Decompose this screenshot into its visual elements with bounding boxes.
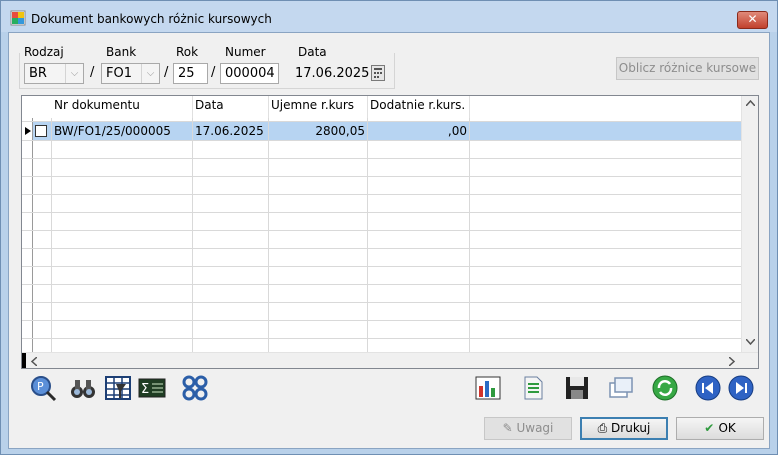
calendar-icon[interactable] [371, 65, 385, 81]
scroll-thumb[interactable] [22, 353, 26, 368]
checkmark-icon: ✔ [704, 421, 719, 435]
binoculars-icon[interactable] [69, 374, 97, 402]
cell-data: 17.06.2025 [195, 124, 264, 138]
dialog-window: Dokument bankowych różnic kursowych ✕ Ro… [0, 0, 778, 455]
grid-vline [367, 118, 368, 353]
windows-icon[interactable] [607, 374, 635, 402]
column-header[interactable]: Dodatnie r.kurs. [368, 96, 470, 118]
app-icon [10, 10, 26, 26]
grid-hline [22, 338, 741, 339]
grid-vline [268, 118, 269, 353]
current-row-icon [25, 127, 31, 135]
separator: / [211, 65, 216, 80]
grid-hline [22, 158, 741, 159]
search-document-icon[interactable]: P [29, 374, 57, 402]
data-value: 17.06.2025 [295, 66, 370, 81]
chevron-down-icon[interactable]: ⌵ [141, 64, 159, 83]
rok-field[interactable]: 25 [173, 63, 208, 84]
document-icon[interactable] [519, 374, 547, 402]
grid-hline [22, 140, 741, 141]
notes-button[interactable]: ✎ Uwagi [484, 417, 572, 440]
horizontal-scrollbar[interactable] [22, 352, 758, 368]
row-checkbox[interactable] [35, 125, 47, 137]
print-button[interactable]: ⎙ Drukuj [580, 417, 668, 440]
window-title: Dokument bankowych różnic kursowych [31, 12, 272, 26]
cell-nr: BW/FO1/25/000005 [54, 124, 171, 138]
bank-combo[interactable]: FO1 ⌵ [101, 63, 160, 84]
chevron-down-icon[interactable]: ⌵ [65, 64, 83, 83]
grid-vline [192, 118, 193, 353]
row-indicator-divider [32, 118, 33, 353]
grid-hline [22, 266, 741, 267]
grid-vline [51, 118, 52, 353]
notes-label: Uwagi [516, 421, 554, 435]
grid-hline [22, 248, 741, 249]
cell-ujemne: 2800,05 [315, 124, 365, 138]
refresh-icon[interactable] [651, 374, 679, 402]
ok-button[interactable]: ✔ OK [676, 417, 764, 440]
scroll-down-icon[interactable] [746, 339, 755, 345]
close-button[interactable]: ✕ [737, 11, 768, 29]
grid-hline [22, 284, 741, 285]
settings-gears-icon[interactable] [181, 374, 209, 402]
svg-text:Σ: Σ [141, 382, 149, 397]
grid-hline [22, 320, 741, 321]
grid-hline [22, 176, 741, 177]
numer-field[interactable]: 000004 [220, 63, 279, 84]
vertical-scrollbar[interactable] [741, 96, 758, 352]
grid-vline [469, 118, 470, 353]
printer-icon: ⎙ [597, 421, 612, 435]
column-header[interactable]: Data [193, 96, 269, 118]
grid-hline [22, 302, 741, 303]
next-icon[interactable] [727, 374, 755, 402]
ok-label: OK [718, 421, 736, 435]
edit-icon: ✎ [502, 421, 517, 435]
calculate-button[interactable]: Oblicz różnice kursowe [616, 57, 759, 80]
dialog-body: Rodzaj Bank Rok Numer Data BR ⌵ / FO1 ⌵ … [8, 32, 770, 449]
print-label: Drukuj [611, 421, 651, 435]
grid-hline [22, 230, 741, 231]
svg-text:P: P [37, 380, 44, 393]
save-icon[interactable] [563, 374, 591, 402]
previous-icon[interactable] [694, 374, 722, 402]
title-bar[interactable]: Dokument bankowych różnic kursowych ✕ [1, 1, 777, 32]
cell-dodatnie: ,00 [447, 124, 467, 138]
grid-hline [22, 194, 741, 195]
documents-grid[interactable]: Nr dokumentu Data Ujemne r.kurs Dodatnie… [21, 95, 759, 369]
grid-hline [22, 212, 741, 213]
column-header[interactable]: Ujemne r.kurs [269, 96, 368, 118]
scroll-left-icon[interactable] [31, 357, 37, 366]
rodzaj-value: BR [29, 66, 47, 81]
separator: / [90, 65, 95, 80]
scroll-right-icon[interactable] [729, 357, 735, 366]
chart-icon[interactable] [474, 374, 502, 402]
separator: / [164, 65, 169, 80]
grid-hline [22, 121, 741, 122]
column-header[interactable]: Nr dokumentu [52, 96, 193, 118]
bank-value: FO1 [106, 66, 132, 81]
scroll-up-icon[interactable] [746, 100, 755, 106]
sum-icon[interactable]: Σ [138, 374, 166, 402]
table-filter-icon[interactable] [104, 374, 132, 402]
rodzaj-combo[interactable]: BR ⌵ [24, 63, 84, 84]
